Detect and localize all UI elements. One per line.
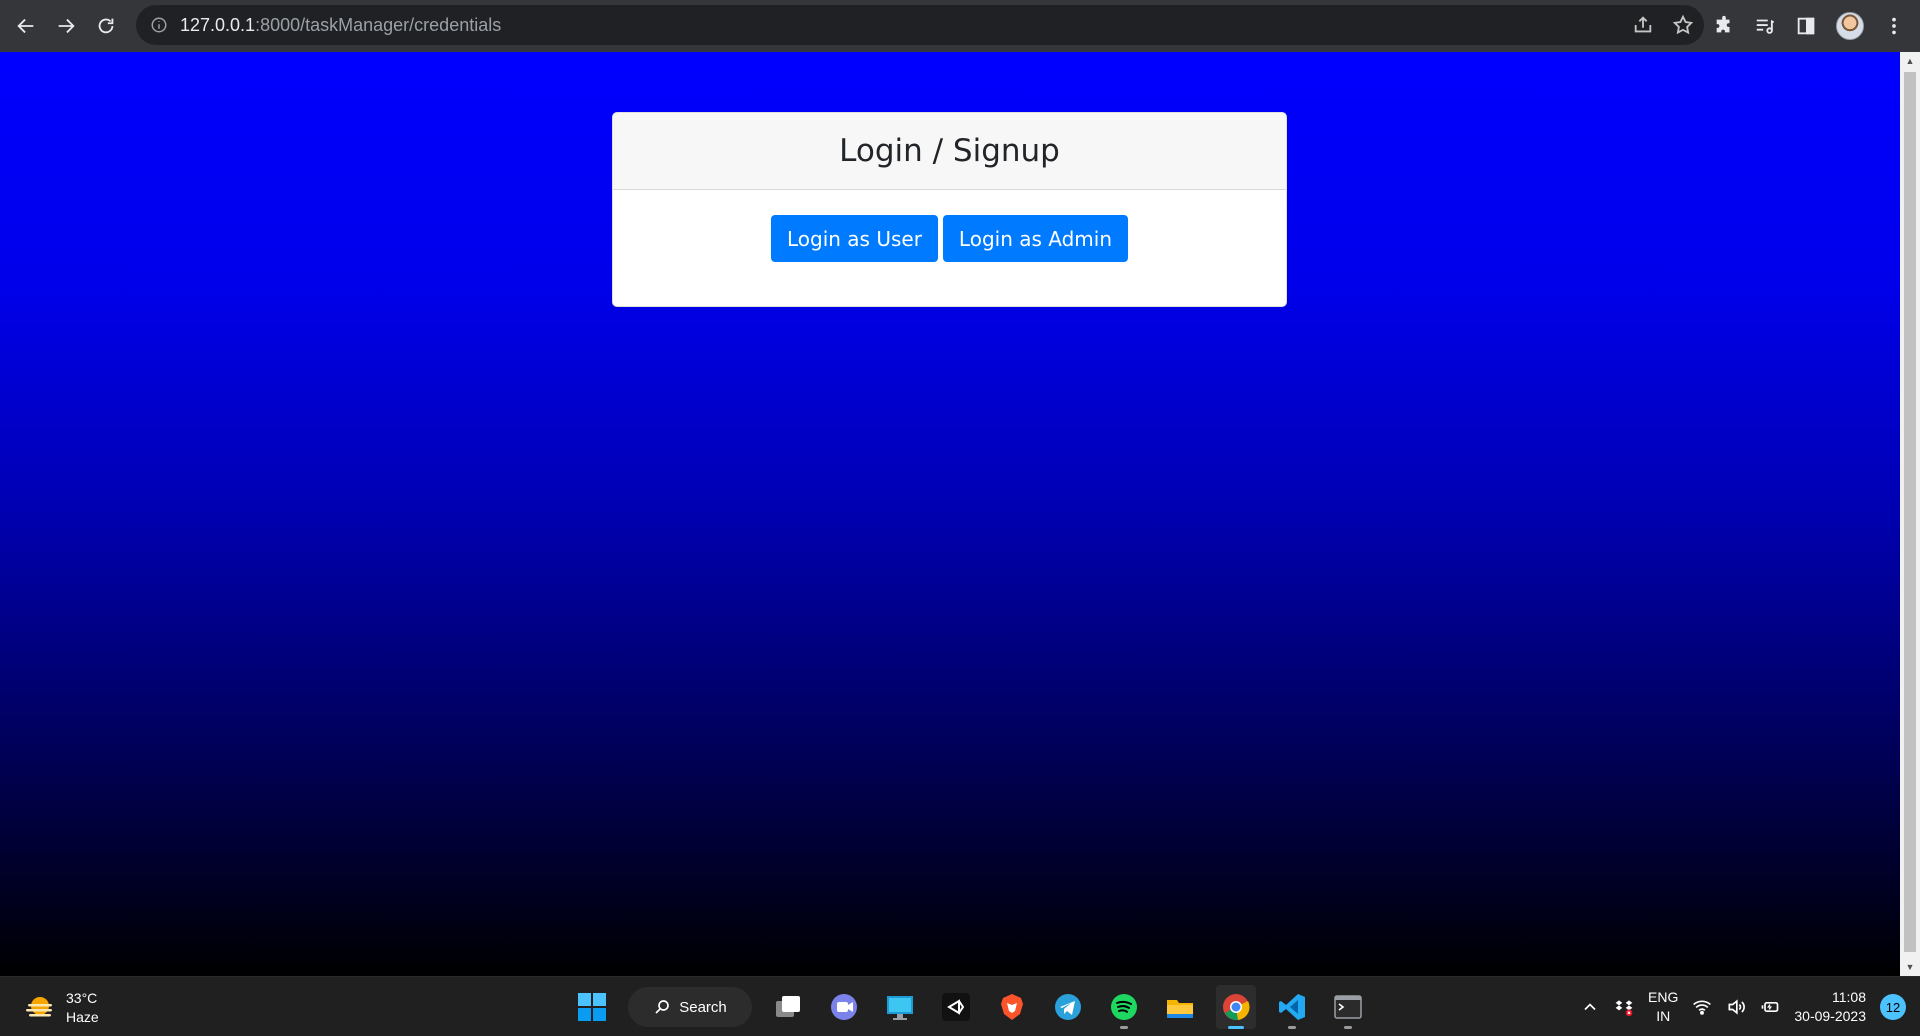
language-primary: ENG bbox=[1648, 989, 1679, 1005]
profile-avatar[interactable] bbox=[1835, 12, 1864, 40]
notification-badge[interactable]: 12 bbox=[1880, 994, 1906, 1020]
bookmark-star-icon[interactable] bbox=[1672, 14, 1694, 36]
haze-weather-icon bbox=[26, 997, 52, 1017]
extensions-puzzle-icon[interactable] bbox=[1713, 15, 1735, 37]
more-menu-icon[interactable] bbox=[1883, 15, 1905, 37]
site-info-icon[interactable] bbox=[150, 16, 168, 34]
card-header: Login / Signup bbox=[613, 113, 1286, 190]
vertical-scrollbar[interactable]: ▲ ▼ bbox=[1900, 52, 1920, 976]
telegram-icon[interactable] bbox=[1048, 985, 1088, 1029]
battery-icon[interactable] bbox=[1760, 997, 1780, 1017]
weather-widget[interactable]: 33°C Haze bbox=[24, 989, 99, 1027]
brave-icon[interactable] bbox=[992, 985, 1032, 1029]
desktop-app-icon[interactable] bbox=[880, 985, 920, 1029]
share-icon[interactable] bbox=[1632, 14, 1654, 36]
url-host: 127.0.0.1 bbox=[180, 14, 256, 35]
reload-icon[interactable] bbox=[86, 6, 126, 46]
spotify-icon[interactable] bbox=[1104, 985, 1144, 1029]
system-clock[interactable]: 11:08 30-09-2023 bbox=[1794, 988, 1866, 1026]
chat-icon[interactable] bbox=[824, 985, 864, 1029]
terminal-icon[interactable] bbox=[1328, 985, 1368, 1029]
browser-toolbar: 127.0.0.1:8000/taskManager/credentials bbox=[0, 0, 1920, 52]
chevron-up-icon[interactable] bbox=[1580, 997, 1600, 1017]
page-viewport: Login / Signup Login as User Login as Ad… bbox=[0, 52, 1900, 976]
search-icon bbox=[655, 1000, 670, 1014]
dropbox-icon[interactable] bbox=[1614, 997, 1634, 1017]
address-bar[interactable]: 127.0.0.1:8000/taskManager/credentials bbox=[136, 5, 1704, 45]
url-path: :8000/taskManager/credentials bbox=[255, 14, 502, 35]
start-icon[interactable] bbox=[572, 985, 612, 1029]
volume-icon[interactable] bbox=[1726, 997, 1746, 1017]
url-text[interactable]: 127.0.0.1:8000/taskManager/credentials bbox=[180, 15, 501, 36]
scrollbar-thumb[interactable] bbox=[1904, 72, 1916, 952]
clock-date: 30-09-2023 bbox=[1794, 1008, 1866, 1024]
taskbar-search-button[interactable]: Search bbox=[628, 987, 752, 1027]
chrome-icon[interactable] bbox=[1216, 985, 1256, 1029]
card-title: Login / Signup bbox=[839, 133, 1060, 169]
login-as-user-button[interactable]: Login as User bbox=[770, 215, 938, 262]
unity-icon[interactable] bbox=[936, 985, 976, 1029]
back-icon[interactable] bbox=[6, 6, 46, 46]
weather-temp: 33°C bbox=[66, 990, 98, 1006]
vscode-icon[interactable] bbox=[1272, 985, 1312, 1029]
media-queue-icon[interactable] bbox=[1754, 15, 1776, 37]
language-indicator[interactable]: ENG IN bbox=[1648, 988, 1678, 1026]
wifi-icon[interactable] bbox=[1692, 997, 1712, 1017]
scroll-down-arrow-icon[interactable]: ▼ bbox=[1900, 958, 1920, 976]
clock-time: 11:08 bbox=[1832, 989, 1866, 1005]
taskbar-search-label: Search bbox=[679, 998, 727, 1016]
task-view-icon[interactable] bbox=[768, 985, 808, 1029]
file-explorer-icon[interactable] bbox=[1160, 985, 1200, 1029]
taskbar: 33°C Haze Search ENG IN 11:08 30-09-2023… bbox=[0, 976, 1920, 1036]
card-body: Login as User Login as Admin bbox=[613, 190, 1286, 262]
forward-icon[interactable] bbox=[46, 6, 86, 46]
side-panel-icon[interactable] bbox=[1795, 15, 1817, 37]
language-secondary: IN bbox=[1656, 1008, 1671, 1024]
scroll-up-arrow-icon[interactable]: ▲ bbox=[1900, 52, 1920, 70]
weather-condition: Haze bbox=[66, 1009, 99, 1025]
login-as-admin-button[interactable]: Login as Admin bbox=[942, 215, 1129, 262]
login-card: Login / Signup Login as User Login as Ad… bbox=[612, 112, 1287, 307]
